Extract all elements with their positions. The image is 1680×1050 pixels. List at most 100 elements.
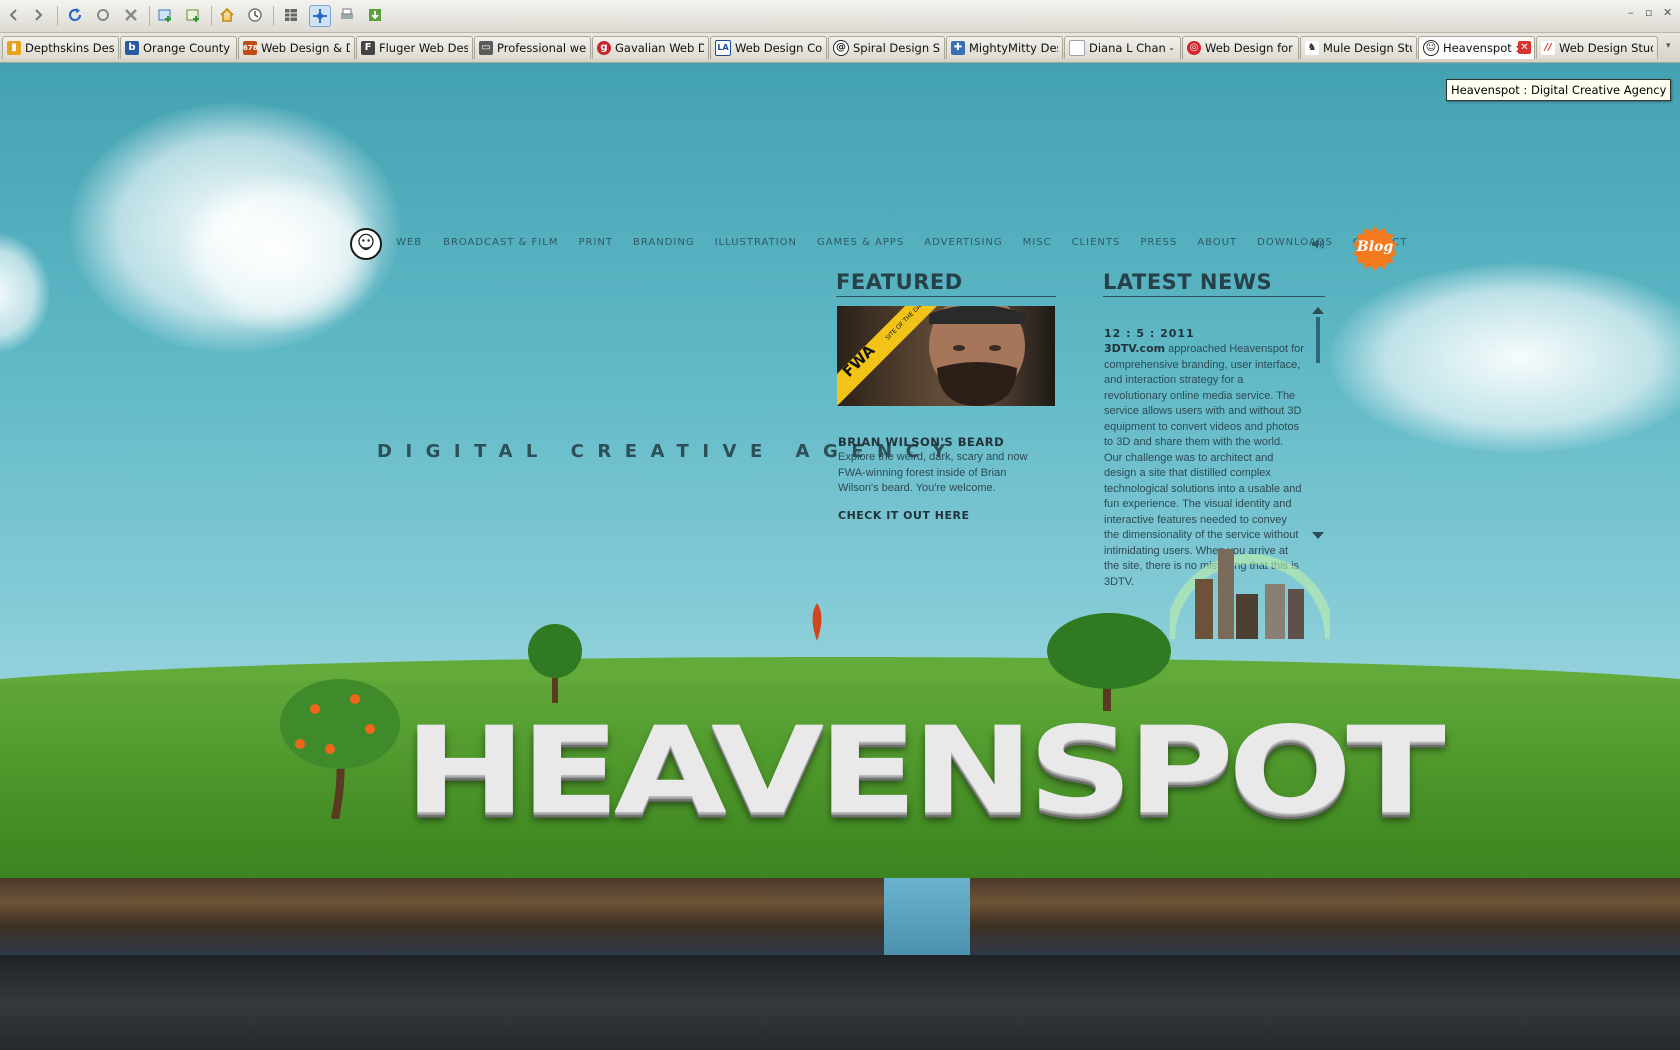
tab[interactable]: ▮ Depthskins Desig... xyxy=(2,36,119,59)
tab-label: Heavenspot : ... xyxy=(1443,41,1530,55)
la-icon: LA xyxy=(715,40,731,56)
featured-title[interactable]: BRIAN WILSON'S BEARD xyxy=(838,435,1004,449)
tab-label: Spiral Design Stu... xyxy=(853,41,940,55)
new-tab-icon[interactable] xyxy=(155,5,175,25)
nav-web[interactable]: WEB xyxy=(396,237,422,248)
tab[interactable]: ✚ MightyMitty Desi... xyxy=(946,36,1063,59)
heavenspot-icon: ☺ xyxy=(1423,40,1439,56)
nav-broadcast-film[interactable]: BROADCAST & FILM xyxy=(443,237,558,248)
forward-arrow-icon[interactable] xyxy=(28,5,48,25)
flame-icon: ▮ xyxy=(7,41,21,55)
nav-games-apps[interactable]: GAMES & APPS xyxy=(817,237,904,248)
tab-active[interactable]: ☺ Heavenspot : ... ✕ xyxy=(1418,36,1535,59)
restore-icon[interactable]: ▫ xyxy=(1645,6,1652,19)
g-icon: g xyxy=(597,41,611,55)
tab[interactable]: F Fluger Web Desi... xyxy=(356,36,473,59)
main-nav: WEB BROADCAST & FILM PRINT BRANDING ILLU… xyxy=(396,237,1407,248)
tab[interactable]: ♞ Mule Design Studio xyxy=(1300,36,1417,59)
nav-about[interactable]: ABOUT xyxy=(1197,237,1237,248)
678-icon: 678 xyxy=(243,41,258,55)
sound-icon[interactable] xyxy=(1311,238,1325,250)
underground-machinery xyxy=(0,955,1680,1050)
nav-misc[interactable]: MISC xyxy=(1023,237,1052,248)
orange-tree-icon xyxy=(280,679,400,819)
tab[interactable]: LA Web Design Com... xyxy=(710,36,827,59)
city-skyline-icon xyxy=(1170,549,1330,639)
heavenspot-logo-icon[interactable] xyxy=(350,228,382,260)
reload-icon[interactable] xyxy=(65,5,85,25)
featured-rule xyxy=(836,296,1056,297)
back-arrow-icon[interactable] xyxy=(4,5,24,25)
tab-label: Professional web... xyxy=(497,41,586,55)
tab-label: Web Design Stud... xyxy=(1559,41,1653,55)
minimize-icon[interactable]: – xyxy=(1628,6,1634,19)
spiral-icon: @ xyxy=(833,40,849,56)
tab-label: Web Design & D... xyxy=(261,41,350,55)
tab-label: Web Design for ... xyxy=(1205,41,1294,55)
mule-icon: ♞ xyxy=(1305,41,1319,55)
tab-list-chevron-icon[interactable]: ▾ xyxy=(1666,41,1671,51)
soil-layer xyxy=(0,878,1680,958)
butterfly-icon xyxy=(812,603,822,641)
stream xyxy=(884,878,970,962)
tab-tooltip: Heavenspot : Digital Creative Agency xyxy=(1446,79,1672,101)
nav-advertising[interactable]: ADVERTISING xyxy=(924,237,1002,248)
latest-news-rule xyxy=(1103,296,1325,297)
nav-press[interactable]: PRESS xyxy=(1140,237,1177,248)
browser-toolbar: – ▫ ✕ xyxy=(0,0,1680,33)
monitor-icon: ▭ xyxy=(479,41,493,55)
tab-label: MightyMitty Desi... xyxy=(969,41,1058,55)
news-scrollbar[interactable] xyxy=(1312,307,1324,539)
tab[interactable]: Diana L Chan - F... xyxy=(1064,36,1181,59)
close-tab-icon[interactable]: ✕ xyxy=(1518,41,1531,54)
tab-label: Depthskins Desig... xyxy=(25,41,114,55)
tab[interactable]: // Web Design Stud... xyxy=(1536,36,1658,59)
f-icon: F xyxy=(361,41,375,55)
scroll-up-arrow-icon[interactable] xyxy=(1312,307,1324,314)
tab[interactable]: g Gavalian Web De... xyxy=(592,36,709,59)
news-date: 12 : 5 : 2011 xyxy=(1104,327,1195,340)
reload-all-icon[interactable] xyxy=(93,5,113,25)
tab[interactable]: ◎ Web Design for ... xyxy=(1182,36,1299,59)
tab[interactable]: b Orange County ... xyxy=(120,36,237,59)
tree-icon xyxy=(1047,613,1171,711)
news-client[interactable]: 3DTV.com xyxy=(1104,342,1165,355)
close-window-icon[interactable]: ✕ xyxy=(1663,6,1672,19)
tab[interactable]: 678Web Design & D... xyxy=(238,36,355,59)
page-icon xyxy=(1069,40,1085,56)
cloud xyxy=(180,173,380,333)
home-icon[interactable] xyxy=(217,5,237,25)
web-page: WEB BROADCAST & FILM PRINT BRANDING ILLU… xyxy=(0,63,1680,1050)
stop-icon[interactable] xyxy=(121,5,141,25)
history-icon[interactable] xyxy=(245,5,265,25)
scroll-thumb[interactable] xyxy=(1316,317,1320,363)
print-icon[interactable] xyxy=(337,5,357,25)
save-page-icon[interactable] xyxy=(365,5,385,25)
panels-icon[interactable] xyxy=(281,5,301,25)
featured-heading: FEATURED xyxy=(836,270,963,294)
tab[interactable]: ▭ Professional web... xyxy=(474,36,591,59)
featured-description: Explore the weird, dark, scary and now F… xyxy=(838,451,1028,494)
fit-page-icon[interactable] xyxy=(309,5,331,27)
cloud xyxy=(1330,263,1680,453)
tab-label: Diana L Chan - F... xyxy=(1089,41,1176,55)
nav-illustration[interactable]: ILLUSTRATION xyxy=(715,237,797,248)
nav-print[interactable]: PRINT xyxy=(578,237,613,248)
tab-label: Mule Design Studio xyxy=(1323,41,1412,55)
scroll-down-arrow-icon[interactable] xyxy=(1312,532,1324,539)
tab-bar: ▮Depthskins Desig... bOrange County ... … xyxy=(0,33,1680,63)
add-bookmark-icon[interactable] xyxy=(183,5,203,25)
tab-label: Fluger Web Desi... xyxy=(379,41,468,55)
tree-icon xyxy=(528,624,582,703)
featured-image[interactable]: FWA SITE OF THE DAY xyxy=(837,306,1055,406)
target-icon: ◎ xyxy=(1187,41,1201,55)
blog-link[interactable]: Blog xyxy=(1352,239,1398,255)
slash-icon: // xyxy=(1541,41,1555,55)
tab-label: Gavalian Web De... xyxy=(615,41,704,55)
tab-label: Web Design Com... xyxy=(735,41,822,55)
tab-label: Orange County ... xyxy=(143,41,232,55)
nav-branding[interactable]: BRANDING xyxy=(633,237,695,248)
tab[interactable]: @ Spiral Design Stu... xyxy=(828,36,945,59)
check-it-out-link[interactable]: CHECK IT OUT HERE xyxy=(838,509,969,522)
nav-clients[interactable]: CLIENTS xyxy=(1072,237,1121,248)
